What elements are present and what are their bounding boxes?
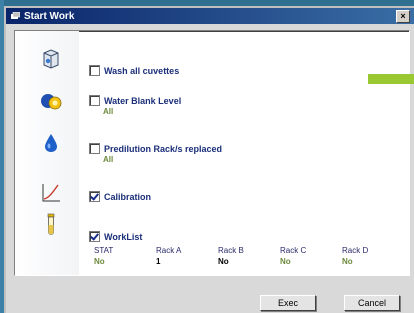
water-blank-label: Water Blank Level [104, 95, 182, 106]
worklist-header-rack-a: Rack A [156, 246, 182, 255]
worklist-checkbox[interactable] [89, 231, 100, 242]
worklist-header-rack-b: Rack B [218, 246, 244, 255]
calibration-checkbox[interactable] [89, 191, 100, 202]
wash-cuvettes-label: Wash all cuvettes [104, 65, 180, 76]
test-tube-icon [39, 213, 63, 237]
wash-cuvettes-checkbox[interactable] [89, 65, 100, 76]
worklist-label: WorkList [104, 231, 143, 242]
exec-button[interactable]: Exec [260, 295, 316, 311]
worklist-value-stat: No [94, 257, 105, 266]
worklist-header-rack-c: Rack C [280, 246, 307, 255]
water-blank-checkbox[interactable] [89, 95, 100, 106]
options-panel: Wash all cuvettes Water Blank Level All … [14, 30, 410, 276]
cancel-button[interactable]: Cancel [344, 295, 400, 311]
cuvette-icon [39, 47, 63, 71]
option-worklist[interactable]: WorkList [89, 231, 142, 242]
option-wash-cuvettes[interactable]: Wash all cuvettes [89, 65, 179, 76]
close-button[interactable]: × [396, 9, 410, 23]
worklist-value-rack-c: No [280, 257, 291, 266]
dialog-title: Start Work [24, 10, 75, 22]
worklist-value-rack-b: No [218, 257, 229, 266]
predilution-sub: All [103, 155, 114, 164]
predilution-label: Predilution Rack/s replaced [104, 143, 223, 154]
option-calibration[interactable]: Calibration [89, 191, 151, 202]
calibration-curve-icon [39, 181, 63, 205]
worklist-header-stat: STAT [94, 246, 114, 255]
start-work-dialog: Start Work × Wash all cuvettes Water Bla… [4, 6, 414, 313]
drop-icon [39, 131, 63, 155]
predilution-checkbox[interactable] [89, 143, 100, 154]
water-blank-sub: All [103, 107, 114, 116]
option-predilution[interactable]: Predilution Rack/s replaced [89, 143, 222, 154]
calibration-label: Calibration [104, 191, 152, 202]
accent-bar [368, 74, 414, 84]
title-bar[interactable]: Start Work × [6, 8, 414, 24]
worklist-header-rack-d: Rack D [342, 246, 369, 255]
worklist-value-rack-d: No [342, 257, 353, 266]
window-icon [10, 11, 20, 21]
water-blank-icon [39, 89, 63, 113]
worklist-value-rack-a: 1 [156, 257, 161, 266]
option-water-blank[interactable]: Water Blank Level [89, 95, 181, 106]
